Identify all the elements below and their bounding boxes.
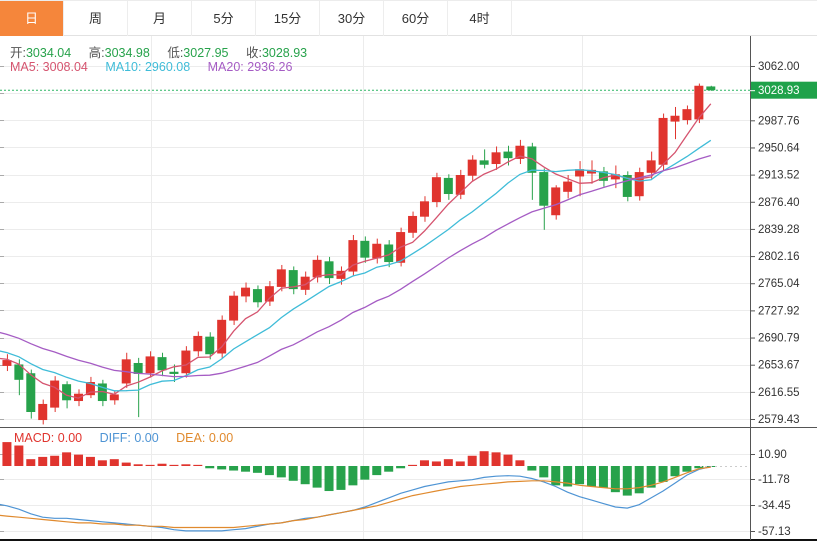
- tab-month[interactable]: 月: [128, 1, 192, 36]
- ma-legend: MA5: 3008.04 MA10: 2960.08 MA20: 2936.26: [10, 60, 306, 74]
- trading-chart-window: 3062.00 2987.76 2950.64 2913.52 2876.40 2839.…: [0, 0, 817, 549]
- macd-legend: MACD: 0.00 DIFF: 0.00 DEA: 0.00: [14, 431, 247, 445]
- diff-readout: DIFF: 0.00: [99, 431, 159, 445]
- close-readout: 收:3028.93: [245, 46, 308, 60]
- tab-60min[interactable]: 60分: [384, 1, 448, 36]
- high-readout: 高:3034.98: [88, 46, 150, 60]
- svg-text:2950.64: 2950.64: [758, 142, 800, 154]
- ohlc-legend: 开:3034.04 高:3034.98 低:3027.95 收:3028.93: [10, 42, 321, 61]
- tab-5min[interactable]: 5分: [192, 1, 256, 36]
- svg-text:2987.76: 2987.76: [758, 115, 800, 127]
- tab-30min[interactable]: 30分: [320, 1, 384, 36]
- low-readout: 低:3027.95: [167, 46, 229, 60]
- svg-text:3062.00: 3062.00: [758, 61, 800, 73]
- tab-4hour[interactable]: 4时: [448, 1, 512, 36]
- svg-text:2839.28: 2839.28: [758, 224, 800, 236]
- svg-text:2727.92: 2727.92: [758, 305, 800, 317]
- svg-text:10.90: 10.90: [758, 449, 787, 461]
- svg-text:2765.04: 2765.04: [758, 278, 800, 290]
- tab-day[interactable]: 日: [0, 1, 64, 36]
- svg-text:2876.40: 2876.40: [758, 197, 800, 209]
- svg-text:2690.79: 2690.79: [758, 333, 800, 345]
- tab-week[interactable]: 周: [64, 1, 128, 36]
- svg-text:3028.93: 3028.93: [758, 85, 800, 97]
- macd-readout: MACD: 0.00: [14, 431, 83, 445]
- svg-text:2616.55: 2616.55: [758, 387, 800, 399]
- svg-text:2579.43: 2579.43: [758, 414, 800, 426]
- ma20-readout: MA20: 2936.26: [207, 60, 293, 74]
- open-readout: 开:3034.04: [10, 46, 72, 60]
- ma10-readout: MA10: 2960.08: [105, 60, 191, 74]
- svg-text:-11.78: -11.78: [758, 474, 790, 486]
- svg-text:2802.16: 2802.16: [758, 251, 800, 263]
- svg-text:-57.13: -57.13: [758, 526, 791, 538]
- tab-15min[interactable]: 15分: [256, 1, 320, 36]
- price-chart-canvas[interactable]: 3062.00 2987.76 2950.64 2913.52 2876.40 2839.…: [0, 0, 817, 549]
- timeframe-tabbar: 日 周 月 5分 15分 30分 60分 4时: [0, 0, 817, 36]
- svg-text:2653.67: 2653.67: [758, 360, 800, 372]
- macd-histogram: [2, 442, 716, 496]
- ma5-readout: MA5: 3008.04: [10, 60, 88, 74]
- svg-text:-34.45: -34.45: [758, 500, 791, 512]
- current-price-tag: 3028.93: [750, 81, 817, 99]
- dea-readout: DEA: 0.00: [176, 431, 234, 445]
- candlestick-series: [2, 83, 716, 425]
- svg-text:2913.52: 2913.52: [758, 170, 800, 182]
